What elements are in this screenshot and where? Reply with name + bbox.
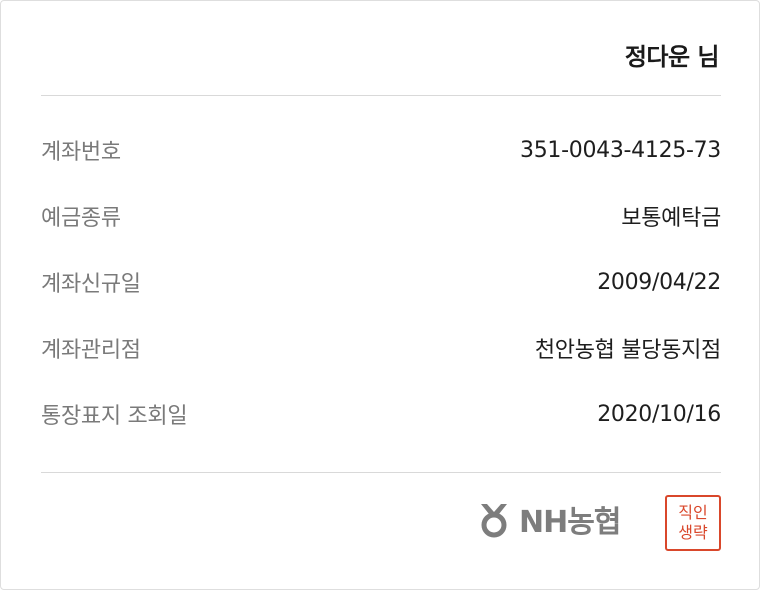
managing-branch-label: 계좌관리점 (41, 338, 141, 363)
account-number-value: 351-0043-4125-73 (520, 137, 721, 163)
nh-bank-logo-text: NH농협 (519, 505, 621, 540)
open-date-label: 계좌신규일 (41, 272, 141, 297)
managing-branch-value: 천안농협 불당동지점 (534, 338, 721, 363)
account-number-label: 계좌번호 (41, 140, 121, 165)
account-holder-name: 정다운 님 (624, 43, 720, 71)
passbook-cover-card: 정다운 님 계좌번호 351-0043-4125-73 예금종류 보통예탁금 계… (0, 0, 760, 590)
managing-branch-row: 계좌관리점 천안농협 불당동지점 (41, 315, 721, 381)
seal-line-1: 직인 (678, 503, 708, 522)
open-date-row: 계좌신규일 2009/04/22 (41, 249, 721, 315)
deposit-type-label: 예금종류 (41, 206, 121, 231)
lookup-date-value: 2020/10/16 (597, 401, 721, 427)
deposit-type-row: 예금종류 보통예탁금 (41, 183, 721, 249)
deposit-type-value: 보통예탁금 (621, 206, 721, 231)
bottom-divider (41, 472, 721, 473)
nh-bank-logo: NH농협 (477, 499, 621, 540)
top-divider (41, 95, 721, 96)
seal-omitted-stamp: 직인 생략 (665, 495, 721, 551)
lookup-date-row: 통장표지 조회일 2020/10/16 (41, 381, 721, 447)
seal-line-2: 생략 (678, 523, 708, 542)
lookup-date-label: 통장표지 조회일 (41, 404, 188, 429)
open-date-value: 2009/04/22 (597, 269, 721, 295)
nh-bank-logo-icon (481, 504, 507, 538)
account-number-row: 계좌번호 351-0043-4125-73 (41, 117, 721, 183)
account-info-list: 계좌번호 351-0043-4125-73 예금종류 보통예탁금 계좌신규일 2… (41, 117, 721, 447)
